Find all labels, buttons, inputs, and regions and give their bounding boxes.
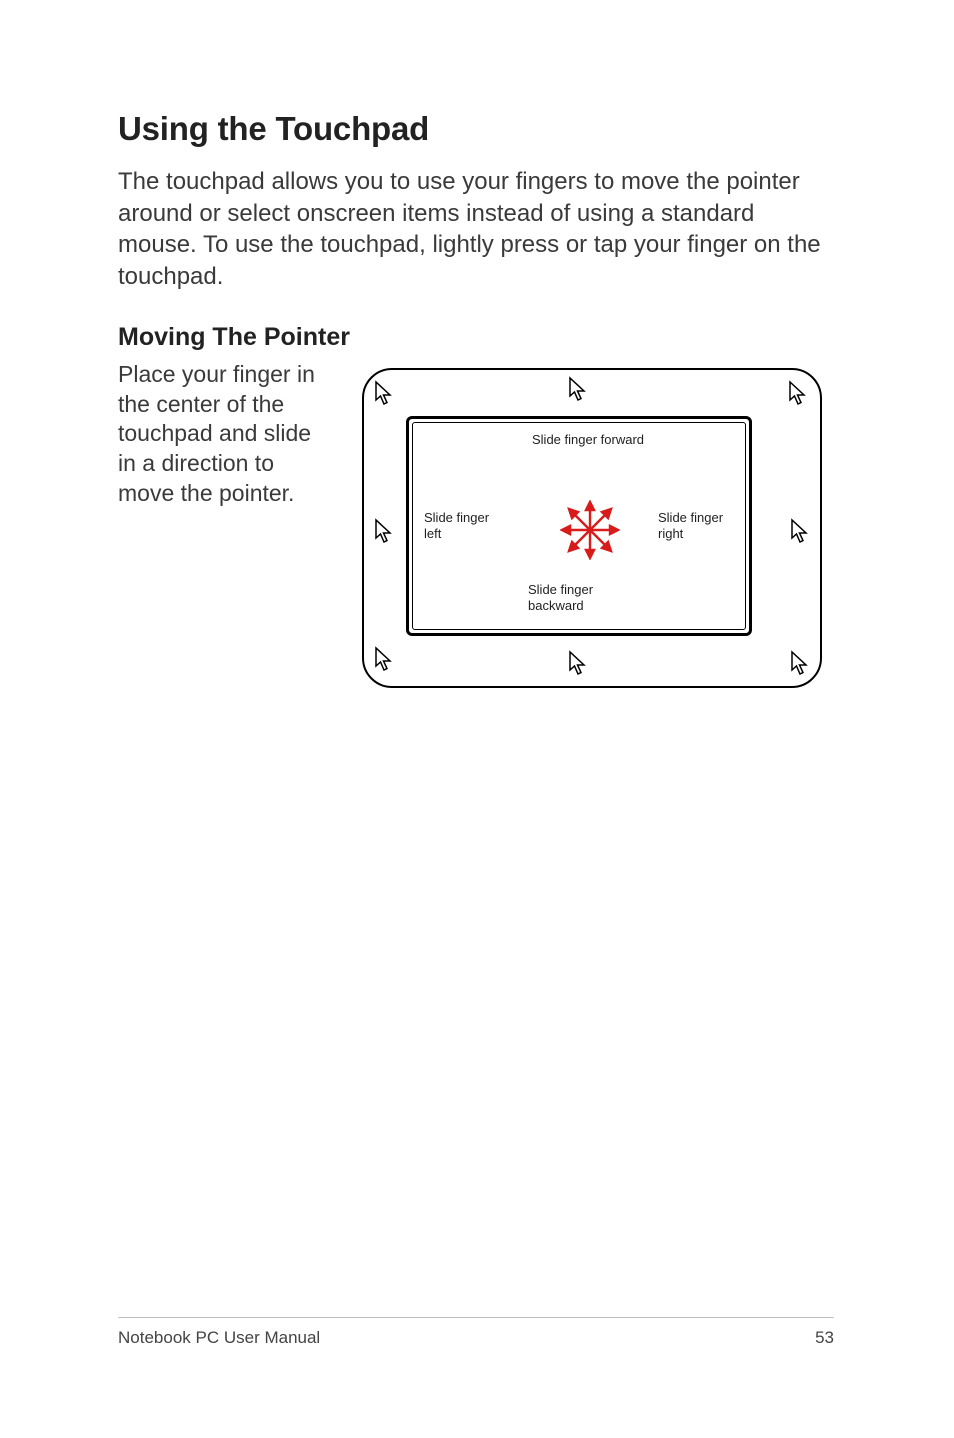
page: Using the Touchpad The touchpad allows y… xyxy=(0,0,954,1438)
cursor-icon xyxy=(374,518,396,544)
cursor-icon xyxy=(790,518,812,544)
instruction-paragraph: Place your finger in the center of the t… xyxy=(118,360,328,509)
page-number: 53 xyxy=(815,1328,834,1348)
cursor-icon xyxy=(568,650,590,676)
intro-paragraph: The touchpad allows you to use your fing… xyxy=(118,166,834,293)
touchpad-diagram: Slide finger forward Slide finger left S… xyxy=(348,360,834,700)
footer-title: Notebook PC User Manual xyxy=(118,1328,320,1348)
page-footer: Notebook PC User Manual 53 xyxy=(118,1317,834,1348)
cursor-icon xyxy=(568,376,590,402)
cursor-icon xyxy=(374,380,396,406)
label-slide-right: Slide finger right xyxy=(658,510,728,543)
content-columns: Place your finger in the center of the t… xyxy=(118,360,834,700)
cursor-icon xyxy=(788,380,810,406)
direction-star-icon xyxy=(560,500,620,560)
label-slide-forward: Slide finger forward xyxy=(508,432,668,448)
label-slide-backward: Slide finger backward xyxy=(528,582,648,615)
cursor-icon xyxy=(374,646,396,672)
label-slide-left: Slide finger left xyxy=(424,510,494,543)
section-heading: Using the Touchpad xyxy=(118,110,834,148)
cursor-icon xyxy=(790,650,812,676)
subsection-heading: Moving The Pointer xyxy=(118,323,834,352)
